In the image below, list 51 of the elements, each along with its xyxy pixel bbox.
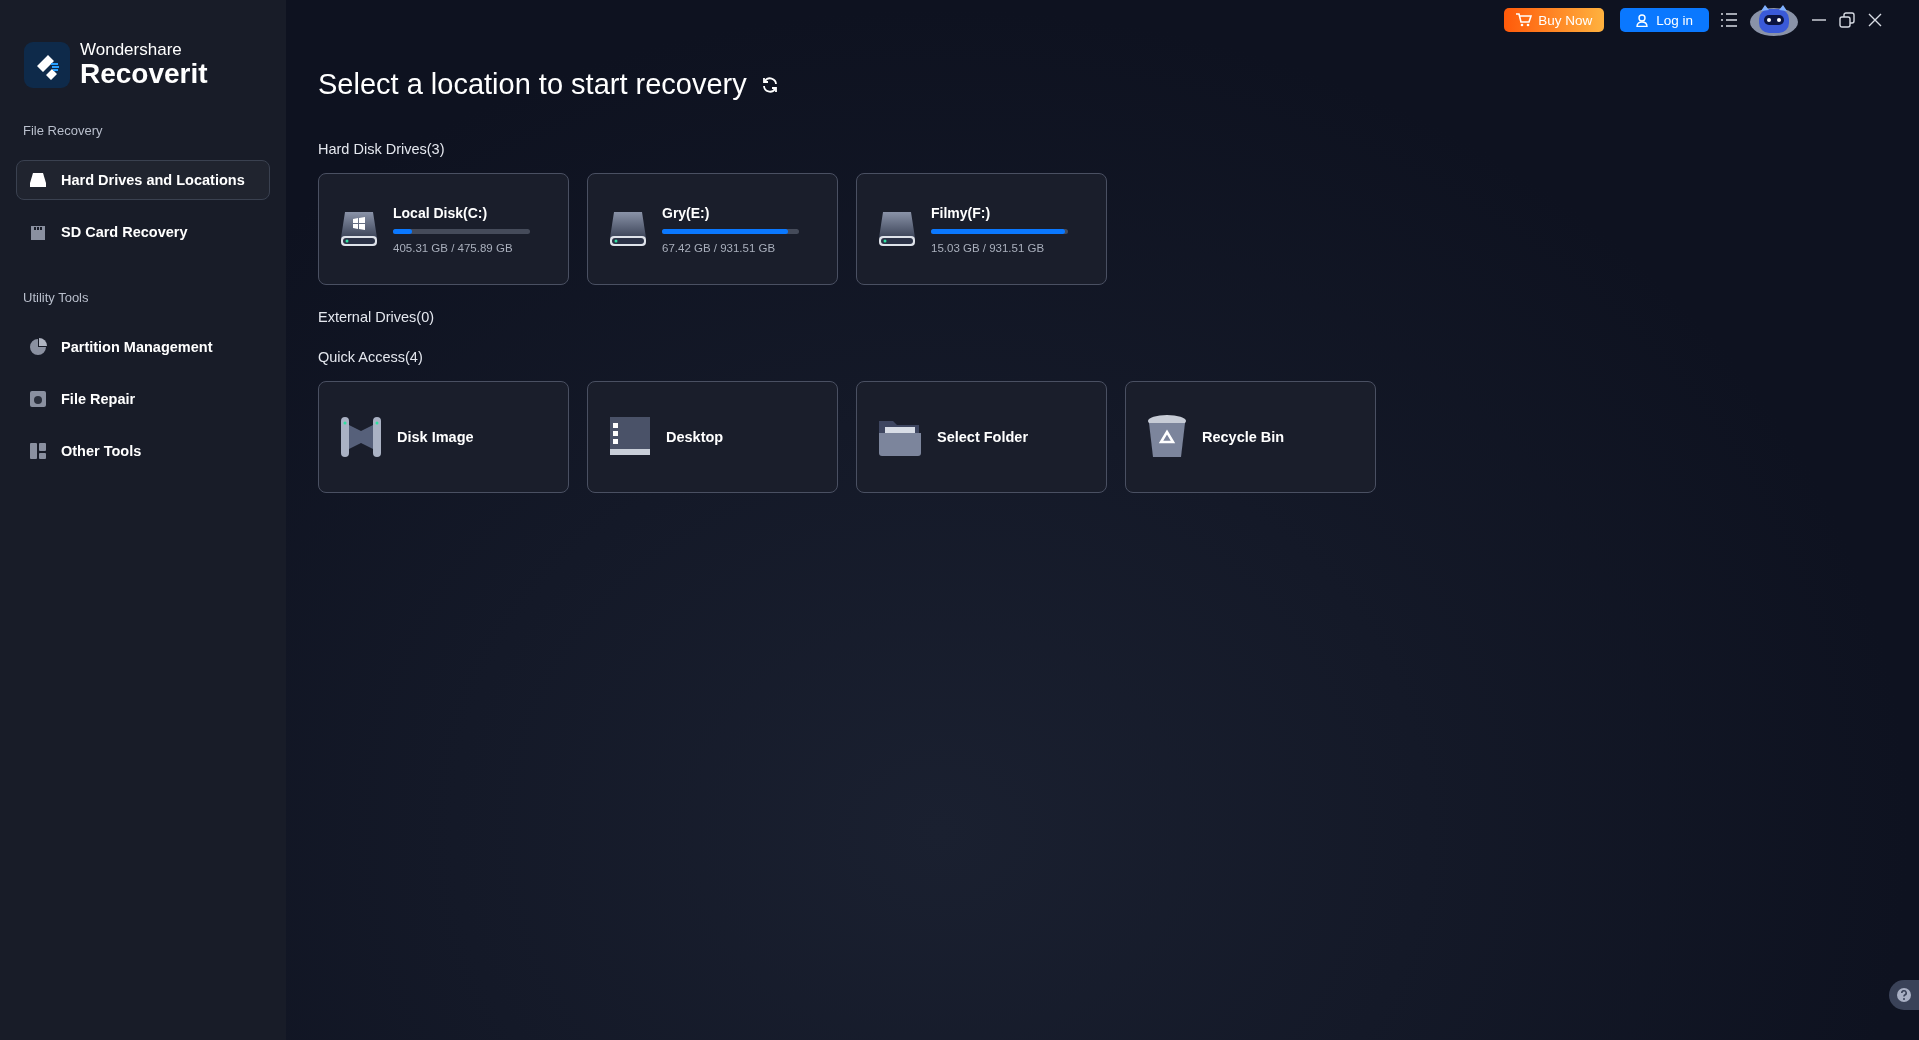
section-title: Utility Tools	[22, 290, 90, 305]
brand-product: Recoverit	[80, 59, 208, 89]
quick-access-card[interactable]: Disk Image	[318, 381, 569, 493]
drive-usage: 67.42 GB / 931.51 GB	[662, 241, 777, 254]
user-icon	[1636, 13, 1649, 27]
windows-drive-icon	[339, 210, 379, 248]
section-heading: Hard Disk Drives(3)	[318, 141, 446, 157]
brand-company: Wondershare	[80, 40, 183, 59]
cart-icon	[1516, 13, 1533, 27]
drive-usage: 15.03 GB / 931.51 GB	[931, 241, 1046, 254]
page-title: Select a location to start recovery	[318, 68, 747, 101]
help-icon	[1896, 987, 1912, 1003]
refresh-icon[interactable]	[760, 75, 779, 94]
login-button[interactable]: Log in	[1620, 8, 1709, 32]
recycle-bin-icon	[1146, 414, 1188, 460]
close-icon[interactable]	[1867, 12, 1883, 28]
logo-icon	[24, 41, 70, 88]
restore-icon[interactable]	[1839, 12, 1855, 28]
drive-card[interactable]: Gry(E:) 67.42 GB / 931.51 GB	[587, 173, 838, 285]
tools-grid-icon	[29, 442, 47, 460]
menu-icon[interactable]	[1721, 13, 1737, 27]
drive-card[interactable]: Filmy(F:) 15.03 GB / 931.51 GB	[856, 173, 1107, 285]
quick-access-label: Disk Image	[397, 429, 474, 445]
drive-icon	[877, 210, 917, 248]
section-heading: Quick Access(4)	[318, 349, 424, 365]
robot-assistant-icon[interactable]	[1749, 3, 1799, 37]
sidebar-item[interactable]: Other Tools	[16, 431, 270, 471]
drive-card[interactable]: Local Disk(C:) 405.31 GB / 475.89 GB	[318, 173, 569, 285]
drive-name: Gry(E:)	[662, 204, 711, 221]
help-tab[interactable]	[1889, 980, 1919, 1010]
drive-icon	[608, 210, 648, 248]
quick-access-label: Select Folder	[937, 429, 1029, 445]
file-repair-icon	[29, 390, 47, 408]
quick-access-label: Desktop	[666, 429, 724, 445]
section-title: File Recovery	[22, 123, 104, 138]
drive-usage: 405.31 GB / 475.89 GB	[393, 241, 514, 254]
sd-card-icon	[29, 223, 47, 241]
drive-name: Filmy(F:)	[931, 204, 992, 221]
quick-access-card[interactable]: Recycle Bin	[1125, 381, 1376, 493]
section-heading: External Drives(0)	[318, 309, 436, 325]
quick-access-card[interactable]: Desktop	[587, 381, 838, 493]
sidebar-item[interactable]: Partition Management	[16, 327, 270, 367]
quick-access-label: Recycle Bin	[1202, 429, 1285, 445]
sidebar-item[interactable]: File Repair	[16, 379, 270, 419]
disk-image-icon	[339, 415, 383, 459]
sidebar-item[interactable]: Hard Drives and Locations	[16, 160, 270, 200]
sidebar-item[interactable]: SD Card Recovery	[16, 212, 270, 252]
pie-chart-icon	[29, 338, 47, 356]
drive-name: Local Disk(C:)	[393, 204, 489, 221]
quick-access-card[interactable]: Select Folder	[856, 381, 1107, 493]
drive-icon	[29, 172, 47, 188]
